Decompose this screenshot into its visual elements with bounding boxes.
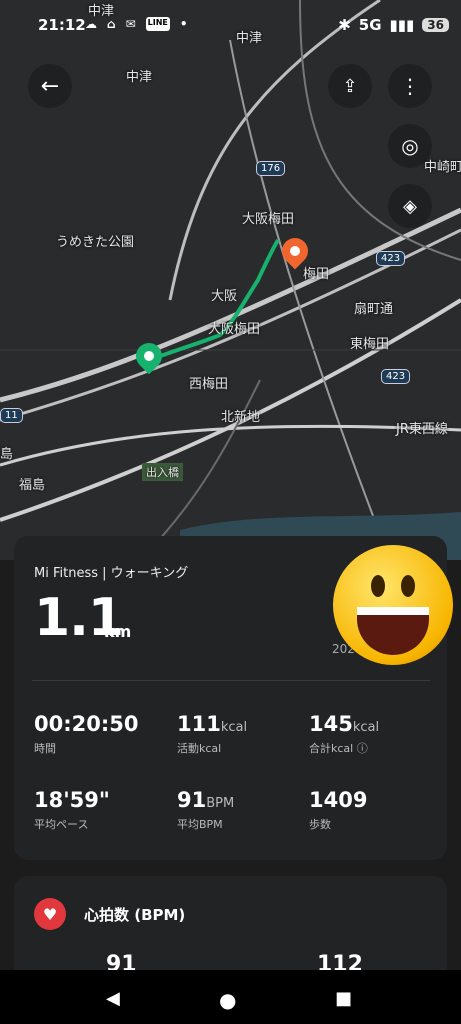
status-right: ✱ 5G ▮▮▮ 36 <box>338 16 449 34</box>
map-label-deirihashi: 出入橋 <box>142 463 183 481</box>
status-bar: 21:12 ☁ ⌂ ✉ LINE • ✱ 5G ▮▮▮ 36 <box>0 0 461 46</box>
status-time: 21:12 <box>38 16 86 34</box>
map-label-nakazakicho: 中崎町 <box>424 160 461 175</box>
system-nav-bar: ◀ ● ■ <box>0 970 461 1024</box>
smiley-emoji-icon <box>333 545 453 665</box>
back-button[interactable]: ← <box>28 64 72 108</box>
emoji-eye <box>371 575 385 597</box>
heart-icon: ♥ <box>34 898 66 930</box>
map-label-kitashinchi: 北新地 <box>221 410 261 425</box>
map-label-osaka-umeda-1: 大阪梅田 <box>242 212 295 227</box>
map-label-osaka: 大阪 <box>211 289 238 304</box>
nav-recents-icon[interactable]: ■ <box>335 988 352 1009</box>
emoji-mouth <box>357 607 429 655</box>
bluetooth-icon: ✱ <box>338 16 351 34</box>
workout-source: Mi Fitness | ウォーキング <box>34 566 189 581</box>
network-label: 5G <box>358 16 382 34</box>
battery-indicator: 36 <box>422 18 449 32</box>
road-badge: 176 <box>256 161 286 176</box>
map-view[interactable]: 21:12 ☁ ⌂ ✉ LINE • ✱ 5G ▮▮▮ 36 ← ⇪ ⋮ ◎ ◈ 中津 … <box>0 0 461 560</box>
share-icon: ⇪ <box>342 75 358 97</box>
road-badge: 423 <box>381 369 411 384</box>
map-label-umekita-park: うめきた公園 <box>56 235 135 250</box>
emoji-eye <box>401 575 415 597</box>
distance-unit: km <box>104 622 132 641</box>
road-badge: 11 <box>0 408 23 423</box>
map-label-umeda: 梅田 <box>303 267 330 282</box>
stat-steps: 1409 歩数 <box>309 788 368 831</box>
stat-avg-pace: 18'59" 平均ペース <box>34 788 110 831</box>
map-label-fukushima: 福島 <box>19 478 46 493</box>
weather-icon: ☁ <box>85 17 97 31</box>
map-label-osaka-umeda-2: 大阪梅田 <box>208 322 261 337</box>
share-button[interactable]: ⇪ <box>328 64 372 108</box>
road-badge: 423 <box>376 251 406 266</box>
line-app-icon: LINE <box>145 17 170 31</box>
map-label-higashi-umeda: 東梅田 <box>350 337 390 352</box>
arrow-left-icon: ← <box>40 73 60 99</box>
status-icons: ☁ ⌂ ✉ LINE • <box>85 17 188 31</box>
nav-back-icon[interactable]: ◀ <box>106 988 120 1009</box>
more-vert-icon: ⋮ <box>400 74 420 98</box>
stat-active-kcal: 111kcal 活動kcal <box>177 712 248 755</box>
layers-button[interactable]: ◈ <box>388 184 432 228</box>
nav-home-icon[interactable]: ● <box>219 988 236 1012</box>
stat-duration: 00:20:50 時間 <box>34 712 139 755</box>
map-label-ogimachi-dori: 扇町通 <box>354 302 394 317</box>
divider <box>32 680 430 681</box>
stat-total-kcal: 145kcal 合計kcal ⓘ <box>309 712 380 755</box>
map-label-nakatsu-right: 中津 <box>236 31 263 46</box>
layers-icon: ◈ <box>403 195 417 217</box>
signal-icon: ▮▮▮ <box>389 16 415 34</box>
target-icon: ◎ <box>401 134 419 158</box>
map-label-nakatsu-top: 中津 <box>88 4 115 19</box>
mail-icon: ✉ <box>125 17 136 31</box>
map-label-jr-tozai: JR東西線 <box>396 422 448 437</box>
dot-icon: • <box>179 17 188 31</box>
map-label-nakatsu-left: 中津 <box>126 70 153 85</box>
map-label-nishi-umeda: 西梅田 <box>189 377 229 392</box>
map-label-shima: 島 <box>0 447 14 462</box>
home-icon: ⌂ <box>107 17 116 31</box>
heart-rate-title: 心拍数 (BPM) <box>84 906 186 924</box>
stat-avg-bpm: 91BPM 平均BPM <box>177 788 235 831</box>
more-button[interactable]: ⋮ <box>388 64 432 108</box>
